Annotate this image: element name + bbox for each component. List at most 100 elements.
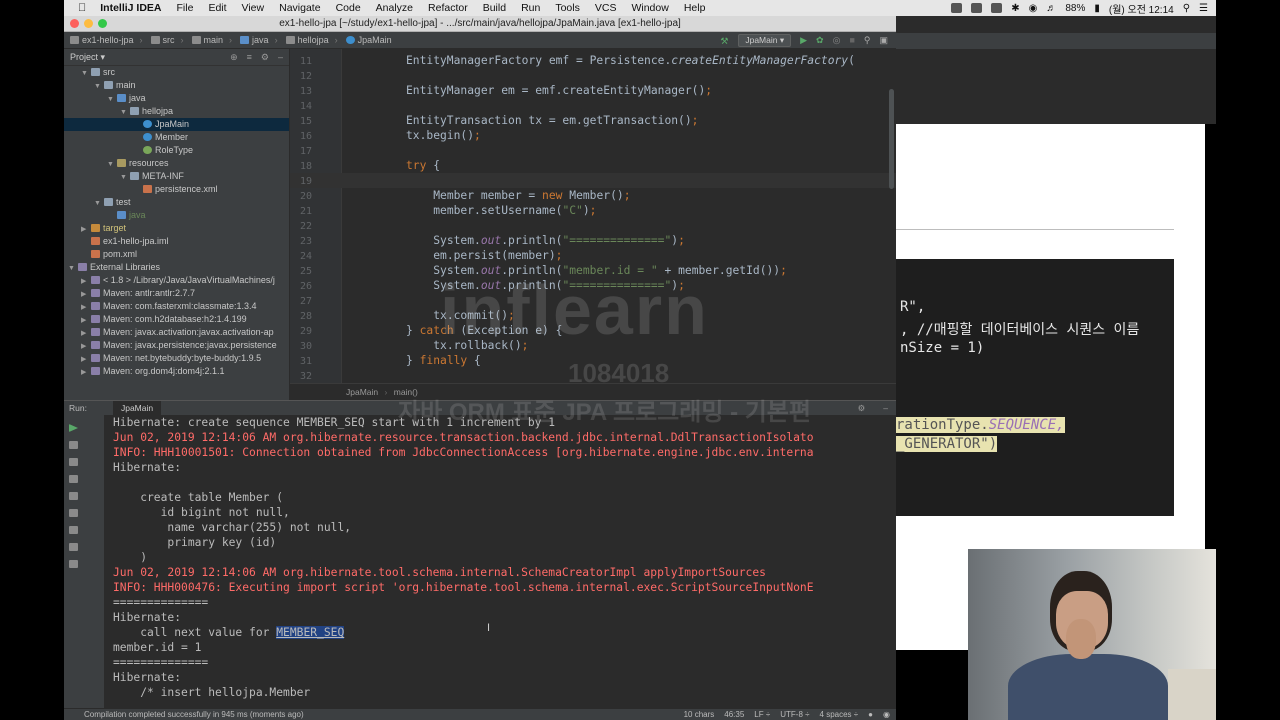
code-line[interactable]: 27 bbox=[290, 293, 896, 308]
hide-icon[interactable]: – bbox=[883, 403, 888, 413]
tree-item[interactable]: ▶ Maven: com.h2database:h2:1.4.199 bbox=[64, 313, 289, 326]
editor-breadcrumb-method[interactable]: main() bbox=[394, 387, 418, 397]
code-line[interactable]: 18 try { bbox=[290, 158, 896, 173]
minimize-window-button[interactable] bbox=[84, 19, 93, 28]
code-line[interactable]: 20 Member member = new Member(); bbox=[290, 188, 896, 203]
tree-item[interactable]: Member bbox=[64, 131, 289, 144]
clear-all-icon[interactable] bbox=[69, 526, 78, 534]
zoom-window-button[interactable] bbox=[98, 19, 107, 28]
menu-app[interactable]: IntelliJ IDEA bbox=[100, 2, 161, 14]
debug-icon[interactable]: ✿ bbox=[816, 35, 824, 46]
search-icon[interactable]: ⚲ bbox=[1183, 3, 1190, 14]
menu-code[interactable]: Code bbox=[336, 2, 361, 14]
tree-item[interactable]: ▼ main bbox=[64, 79, 289, 92]
tree-item[interactable]: ▶ Maven: com.fasterxml:classmate:1.3.4 bbox=[64, 300, 289, 313]
tree-item[interactable]: ▼ hellojpa bbox=[64, 105, 289, 118]
tree-item[interactable]: ▶ Maven: antlr:antlr:2.7.7 bbox=[64, 287, 289, 300]
code-line[interactable]: 30 tx.rollback(); bbox=[290, 338, 896, 353]
code-line[interactable]: 15 EntityTransaction tx = em.getTransacti… bbox=[290, 113, 896, 128]
lock-icon[interactable]: ● bbox=[868, 710, 873, 719]
run-icon[interactable]: ▶ bbox=[800, 35, 807, 46]
wifi-icon[interactable]: ◉ bbox=[1029, 3, 1038, 14]
code-line[interactable]: 17 bbox=[290, 143, 896, 158]
project-structure-icon[interactable]: ▣ bbox=[879, 35, 888, 46]
editor-scrollbar[interactable] bbox=[889, 89, 894, 189]
tree-item[interactable]: ▶ Maven: javax.persistence:javax.persiste… bbox=[64, 339, 289, 352]
layout-icon[interactable] bbox=[69, 543, 78, 551]
tree-item[interactable]: pom.xml bbox=[64, 248, 289, 261]
breadcrumb-java[interactable]: java › bbox=[240, 35, 278, 45]
gear-icon[interactable]: ⚙ bbox=[858, 403, 866, 414]
tree-item[interactable]: RoleType bbox=[64, 144, 289, 157]
code-line[interactable]: 25 System.out.println("member.id = " + m… bbox=[290, 263, 896, 278]
line-separator[interactable]: LF ÷ bbox=[754, 710, 770, 719]
tree-item[interactable]: JpaMain bbox=[64, 118, 289, 131]
code-line[interactable]: 16 tx.begin(); bbox=[290, 128, 896, 143]
apple-icon[interactable]:  bbox=[78, 2, 86, 14]
code-line[interactable]: 28 tx.commit(); bbox=[290, 308, 896, 323]
breadcrumb-hellojpa[interactable]: hellojpa › bbox=[285, 35, 338, 45]
stop-icon[interactable]: ■ bbox=[849, 35, 854, 45]
editor-breadcrumb-class[interactable]: JpaMain bbox=[346, 387, 378, 397]
code-editor[interactable]: 11 EntityManagerFactory emf = Persistence… bbox=[290, 49, 896, 400]
code-line[interactable]: 31} finally { bbox=[290, 353, 896, 368]
locate-icon[interactable]: ⊕ bbox=[230, 52, 238, 63]
status-message[interactable]: Compilation completed successfully in 94… bbox=[84, 710, 304, 719]
menu-vcs[interactable]: VCS bbox=[595, 2, 617, 14]
tree-item[interactable]: ▼ test bbox=[64, 196, 289, 209]
indent-setting[interactable]: 4 spaces ÷ bbox=[820, 710, 859, 719]
code-line[interactable]: 19 bbox=[290, 173, 896, 188]
file-encoding[interactable]: UTF-8 ÷ bbox=[780, 710, 809, 719]
run-tab-jpamain[interactable]: JpaMain bbox=[112, 401, 162, 415]
search-everywhere-icon[interactable]: ⚲ bbox=[864, 35, 871, 46]
tree-item[interactable]: ▼ src bbox=[64, 66, 289, 79]
menu-file[interactable]: File bbox=[177, 2, 194, 14]
code-line[interactable]: 21 member.setUsername("C"); bbox=[290, 203, 896, 218]
breadcrumb-main[interactable]: main › bbox=[191, 35, 232, 45]
battery-percent[interactable]: 88% bbox=[1065, 3, 1085, 14]
volume-icon[interactable]: ♬ bbox=[1046, 3, 1056, 14]
up-icon[interactable] bbox=[69, 441, 78, 449]
console-output[interactable]: Hibernate: create sequence MEMBER_SEQ st… bbox=[113, 415, 891, 709]
tree-item[interactable]: ex1-hello-jpa.iml bbox=[64, 235, 289, 248]
code-line[interactable]: 29} catch (Exception e) { bbox=[290, 323, 896, 338]
selected-text[interactable]: MEMBER_SEQ bbox=[276, 626, 345, 639]
tree-item[interactable]: ▼ resources bbox=[64, 157, 289, 170]
menu-analyze[interactable]: Analyze bbox=[376, 2, 413, 14]
tree-item[interactable]: ▼ External Libraries bbox=[64, 261, 289, 274]
rerun-icon[interactable] bbox=[69, 424, 78, 432]
breadcrumb-src[interactable]: src › bbox=[150, 35, 184, 45]
gear-icon[interactable]: ⚙ bbox=[261, 52, 269, 63]
tree-item[interactable]: ▼ META-INF bbox=[64, 170, 289, 183]
tree-item[interactable]: ▼ java bbox=[64, 92, 289, 105]
soft-wrap-icon[interactable] bbox=[69, 475, 78, 483]
stop-icon[interactable] bbox=[69, 458, 78, 466]
code-line[interactable]: 24 em.persist(member); bbox=[290, 248, 896, 263]
scroll-to-end-icon[interactable] bbox=[69, 492, 78, 500]
tree-item[interactable]: persistence.xml bbox=[64, 183, 289, 196]
battery-icon[interactable]: ▮ bbox=[1094, 3, 1100, 14]
coverage-icon[interactable]: ◎ bbox=[833, 35, 841, 46]
hide-icon[interactable]: – bbox=[278, 52, 283, 63]
tree-item[interactable]: ▶ Maven: org.dom4j:dom4j:2.1.1 bbox=[64, 365, 289, 378]
code-line[interactable]: 23 System.out.println("=============="); bbox=[290, 233, 896, 248]
pin-icon[interactable] bbox=[69, 560, 78, 568]
menu-view[interactable]: View bbox=[242, 2, 265, 14]
close-window-button[interactable] bbox=[70, 19, 79, 28]
menu-build[interactable]: Build bbox=[483, 2, 506, 14]
menu-edit[interactable]: Edit bbox=[208, 2, 226, 14]
menu-navigate[interactable]: Navigate bbox=[279, 2, 320, 14]
collapse-all-icon[interactable]: ≡ bbox=[247, 52, 252, 63]
breadcrumb-project[interactable]: ex1-hello-jpa › bbox=[70, 35, 143, 45]
code-line[interactable]: 32 bbox=[290, 368, 896, 383]
tree-item[interactable]: ▶ target bbox=[64, 222, 289, 235]
run-config-select[interactable]: JpaMain ▾ bbox=[738, 33, 792, 47]
menu-window[interactable]: Window bbox=[631, 2, 668, 14]
code-line[interactable]: 13 EntityManager em = emf.createEntityMan… bbox=[290, 83, 896, 98]
menu-refactor[interactable]: Refactor bbox=[428, 2, 468, 14]
build-icon[interactable]: ⚒ bbox=[720, 36, 729, 46]
code-line[interactable]: 26 System.out.println("=============="); bbox=[290, 278, 896, 293]
tree-item[interactable]: ▶ Maven: javax.activation:javax.activatio… bbox=[64, 326, 289, 339]
menu-tools[interactable]: Tools bbox=[555, 2, 580, 14]
notification-icon[interactable]: ☰ bbox=[1199, 3, 1208, 14]
